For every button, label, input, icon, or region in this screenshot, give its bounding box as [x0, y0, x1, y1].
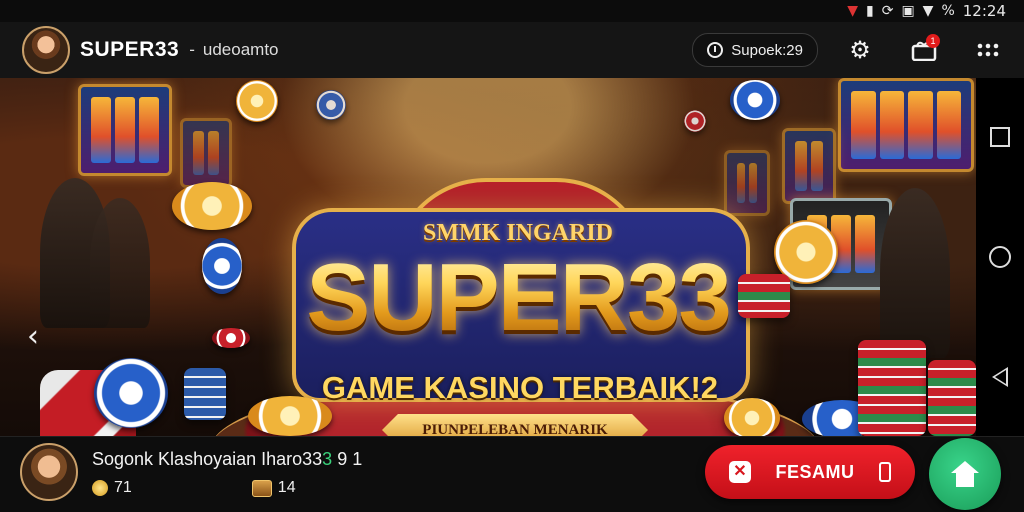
sync-icon: ⟳ [881, 3, 894, 19]
poker-chip [172, 182, 252, 230]
close-square-icon: ✕ [729, 461, 751, 483]
cta-label: FESAMU [775, 461, 855, 482]
promo-ribbon: PIUNPELEBAN MENARIK [382, 414, 648, 436]
cta-button[interactable]: ✕ FESAMU [705, 445, 915, 499]
ribbon-text: PIUNPELEBAN MENARIK [422, 421, 608, 437]
poker-chip [316, 90, 346, 120]
chip-stack [184, 368, 226, 420]
status-time: 12:24 [962, 2, 1006, 20]
chip-stack [738, 274, 790, 318]
poker-chip [202, 238, 242, 294]
chip-stack [858, 340, 926, 436]
poker-chip [730, 80, 780, 120]
app-subtitle: udeoamto [202, 40, 279, 59]
poker-chip [94, 358, 168, 428]
screenshot-icon: ▣ [901, 3, 915, 19]
poker-chip [684, 110, 706, 132]
poker-chip [212, 328, 250, 348]
profile-stats: 71 14 [92, 479, 296, 497]
wifi-icon: ▮ [865, 3, 874, 19]
wifi-icon: ▼ [922, 3, 934, 19]
profile-avatar[interactable] [20, 443, 78, 501]
gear-icon: ⚙ [849, 36, 871, 64]
background-person [880, 188, 950, 358]
promo-banner[interactable]: SMMK INGARID SUPER33 GAME KASINO TERBAIK… [0, 78, 976, 436]
slot-machine [724, 150, 770, 216]
app-title: SUPER33 [80, 38, 180, 61]
slot-machine [782, 128, 836, 204]
app-bar: SUPER33 - udeoamto Supoek:29 ⚙ 1 [0, 22, 1024, 78]
chevron-left-icon: ‹ [27, 318, 39, 354]
notification-badge: 1 [926, 34, 940, 48]
chest-count: 14 [277, 479, 296, 496]
recents-button[interactable] [990, 127, 1010, 148]
poker-chip [724, 398, 780, 436]
poker-chip [236, 80, 278, 122]
carousel-prev-button[interactable]: ‹ [20, 318, 46, 354]
slot-machine [78, 84, 172, 176]
system-nav-bar [976, 78, 1024, 436]
back-button[interactable] [992, 366, 1008, 387]
gift-button[interactable]: 1 [902, 28, 946, 72]
chip-stack [928, 360, 976, 436]
profile-name: Sogonk Klashoyaian Iharo333 9 1 [92, 449, 362, 470]
chest-stat: 14 [251, 479, 296, 497]
battery-icon: % [941, 3, 955, 19]
bottom-bar: Sogonk Klashoyaian Iharo333 9 1 71 14 ✕ … [0, 436, 1024, 512]
signal-icon: ▼ [847, 3, 858, 19]
clock-icon [707, 42, 724, 58]
logo-top-text: SMMK INGARID [423, 220, 613, 246]
status-bar: ▼ ▮ ⟳ ▣ ▼ % 12:24 [0, 0, 1024, 22]
timer-label: Supoek:29 [731, 41, 803, 59]
home-button[interactable] [929, 438, 1001, 510]
phone-icon [879, 462, 891, 482]
slot-machine [180, 118, 232, 188]
avatar[interactable] [22, 26, 70, 74]
poker-chip [248, 396, 332, 436]
title-separator: - [189, 40, 195, 59]
settings-button[interactable]: ⚙ [838, 28, 882, 72]
logo-subtitle: GAME KASINO TERBAIK!2 [321, 370, 719, 405]
profile-name-tail: 9 1 [337, 449, 363, 469]
coin-icon [92, 480, 108, 496]
home-system-button[interactable] [989, 245, 1011, 268]
coin-stat: 71 [92, 479, 132, 497]
profile-name-text: Sogonk Klashoyaian Iharo33 [92, 449, 323, 469]
chest-icon [251, 479, 272, 497]
menu-button[interactable] [966, 28, 1010, 72]
home-icon [951, 461, 979, 487]
slot-machine [838, 78, 974, 172]
timer-chip[interactable]: Supoek:29 [692, 33, 818, 67]
profile-name-highlight: 3 [322, 449, 333, 469]
grid-menu-icon [977, 43, 999, 57]
logo-main-text: SUPER33 [268, 248, 768, 348]
coin-count: 71 [114, 479, 132, 496]
background-person [90, 198, 150, 328]
